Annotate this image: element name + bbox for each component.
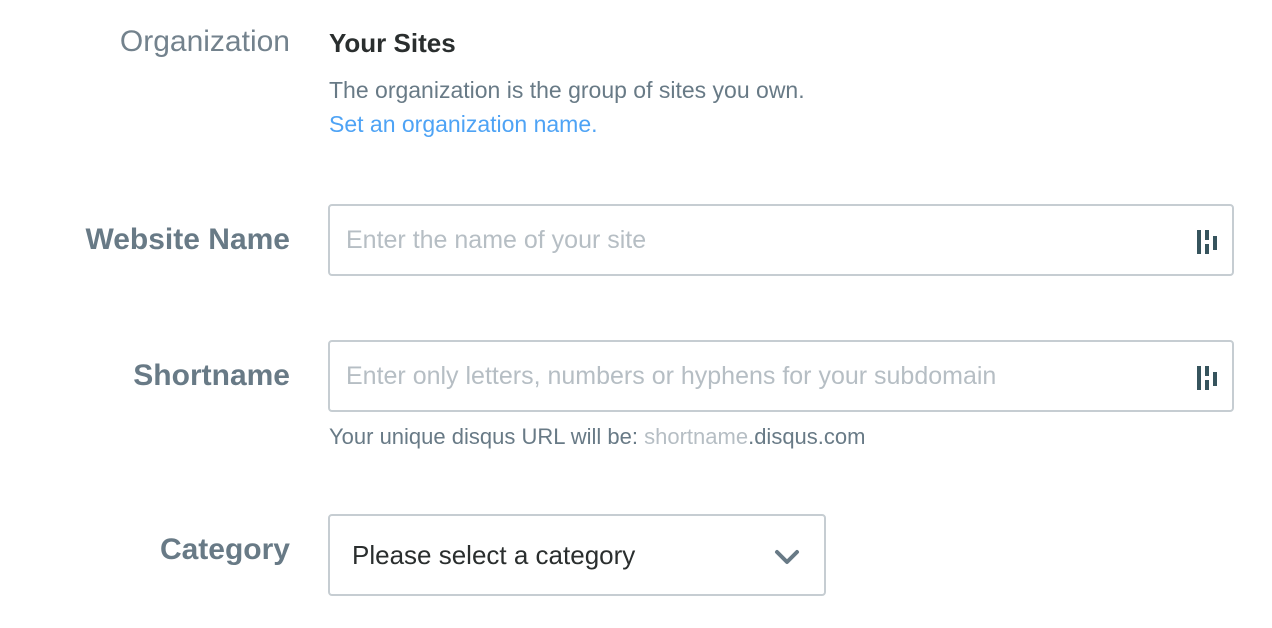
- shortname-label: Shortname: [133, 359, 290, 392]
- organization-title: Your Sites: [329, 28, 456, 58]
- chevron-down-icon: [775, 550, 799, 564]
- category-select[interactable]: Please select a category: [328, 514, 826, 596]
- organization-description: The organization is the group of sites y…: [329, 77, 805, 103]
- password-manager-icon[interactable]: [1196, 364, 1220, 392]
- set-organization-name-link[interactable]: Set an organization name.: [329, 113, 598, 136]
- hint-prefix: Your unique disqus URL will be:: [329, 424, 645, 449]
- password-manager-icon[interactable]: [1196, 228, 1220, 256]
- organization-label: Organization: [119, 25, 290, 58]
- shortname-url-hint: Your unique disqus URL will be: shortnam…: [329, 426, 865, 448]
- category-selected-value: Please select a category: [352, 540, 636, 570]
- hint-shortname: shortname: [644, 424, 749, 449]
- shortname-input[interactable]: [346, 342, 1176, 410]
- website-name-field[interactable]: [328, 204, 1234, 276]
- website-name-input[interactable]: [346, 206, 1176, 274]
- website-name-label: Website Name: [85, 223, 290, 256]
- hint-domain: .disqus.com: [748, 424, 866, 449]
- category-label: Category: [159, 533, 290, 566]
- shortname-field[interactable]: [328, 340, 1234, 412]
